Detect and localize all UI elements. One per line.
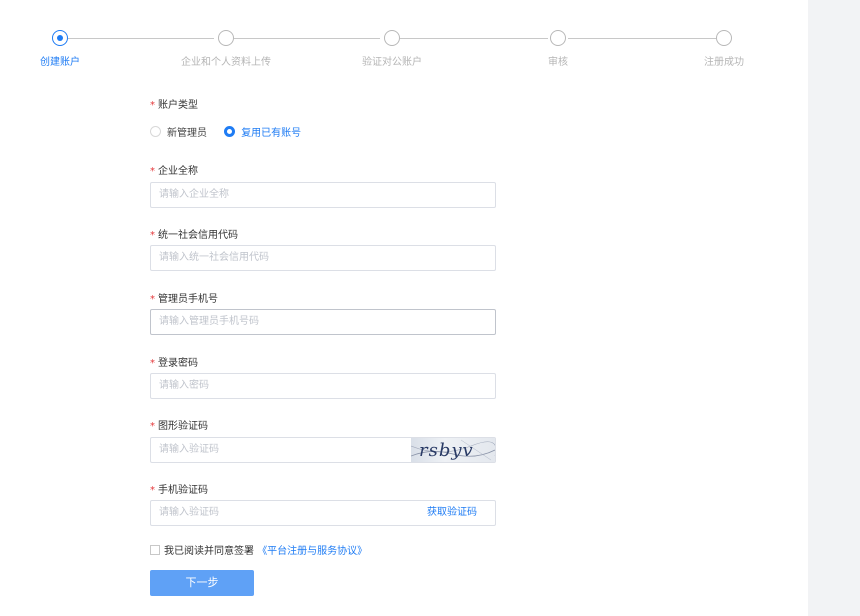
step-verify-account: 验证对公账户 [332, 30, 452, 68]
step-label: 创建账户 [40, 57, 80, 68]
sms-code-input[interactable]: 请输入验证码 [159, 507, 219, 518]
credit-code-input[interactable]: 请输入统一社会信用代码 [150, 245, 496, 271]
step-create-account: 创建账户 [0, 30, 120, 68]
password-label: * 登录密码 [150, 354, 198, 369]
required-mark: * [150, 294, 155, 305]
page-background-right [808, 0, 860, 616]
agreement-text: 我已阅读并同意签署 [164, 546, 254, 557]
next-button[interactable]: 下一步 [150, 570, 254, 596]
field-label: 登录密码 [158, 358, 198, 369]
agreement-row: 我已阅读并同意签署 《平台注册与服务协议》 [150, 542, 367, 557]
step-circle-icon [52, 30, 68, 46]
agreement-checkbox[interactable] [150, 544, 160, 555]
image-captcha-field: 请输入验证码 rsbyv [150, 437, 496, 463]
field-label: 企业全称 [158, 166, 198, 177]
required-mark: * [150, 230, 155, 241]
radio-label-reuse-account[interactable]: 复用已有账号 [241, 128, 301, 139]
company-name-input[interactable]: 请输入企业全称 [150, 182, 496, 208]
required-mark: * [150, 485, 155, 496]
step-circle-icon [384, 30, 400, 46]
captcha-text: rsbyv [419, 440, 474, 461]
sms-code-field: 请输入验证码 获取验证码 [150, 500, 496, 526]
radio-reuse-account[interactable] [224, 126, 236, 137]
required-mark: * [150, 358, 155, 369]
credit-code-label: * 统一社会信用代码 [150, 226, 238, 241]
account-type-label: * 账户类型 [150, 96, 198, 111]
field-label: 管理员手机号 [158, 294, 218, 305]
agreement-link[interactable]: 《平台注册与服务协议》 [257, 546, 367, 557]
step-label: 企业和个人资料上传 [181, 57, 271, 68]
admin-phone-input[interactable]: 请输入管理员手机号码 [150, 309, 496, 335]
company-name-label: * 企业全称 [150, 162, 198, 177]
field-label: 统一社会信用代码 [158, 230, 238, 241]
step-label: 注册成功 [704, 57, 744, 68]
step-circle-icon [716, 30, 732, 46]
field-label: 手机验证码 [158, 485, 208, 496]
step-circle-icon [550, 30, 566, 46]
account-type-radio-group: 新管理员 复用已有账号 [150, 124, 315, 139]
required-mark: * [150, 421, 155, 432]
progress-steps: 创建账户 企业和个人资料上传 验证对公账户 审核 注册成功 [0, 30, 808, 70]
step-review: 审核 [498, 30, 618, 68]
admin-phone-label: * 管理员手机号 [150, 290, 218, 305]
radio-new-admin[interactable] [150, 126, 161, 137]
step-upload-info: 企业和个人资料上传 [166, 30, 286, 68]
captcha-image[interactable]: rsbyv [411, 438, 495, 462]
step-label: 验证对公账户 [362, 57, 422, 68]
required-mark: * [150, 166, 155, 177]
field-label: 账户类型 [158, 100, 198, 111]
step-label: 审核 [548, 57, 568, 68]
step-success: 注册成功 [664, 30, 784, 68]
image-captcha-label: * 图形验证码 [150, 417, 208, 432]
image-captcha-input[interactable]: 请输入验证码 [159, 444, 219, 455]
sms-code-label: * 手机验证码 [150, 481, 208, 496]
radio-label-new-admin[interactable]: 新管理员 [167, 128, 207, 139]
password-input[interactable]: 请输入密码 [150, 373, 496, 399]
field-label: 图形验证码 [158, 421, 208, 432]
required-mark: * [150, 100, 155, 111]
get-code-button[interactable]: 获取验证码 [427, 501, 477, 525]
step-circle-icon [218, 30, 234, 46]
